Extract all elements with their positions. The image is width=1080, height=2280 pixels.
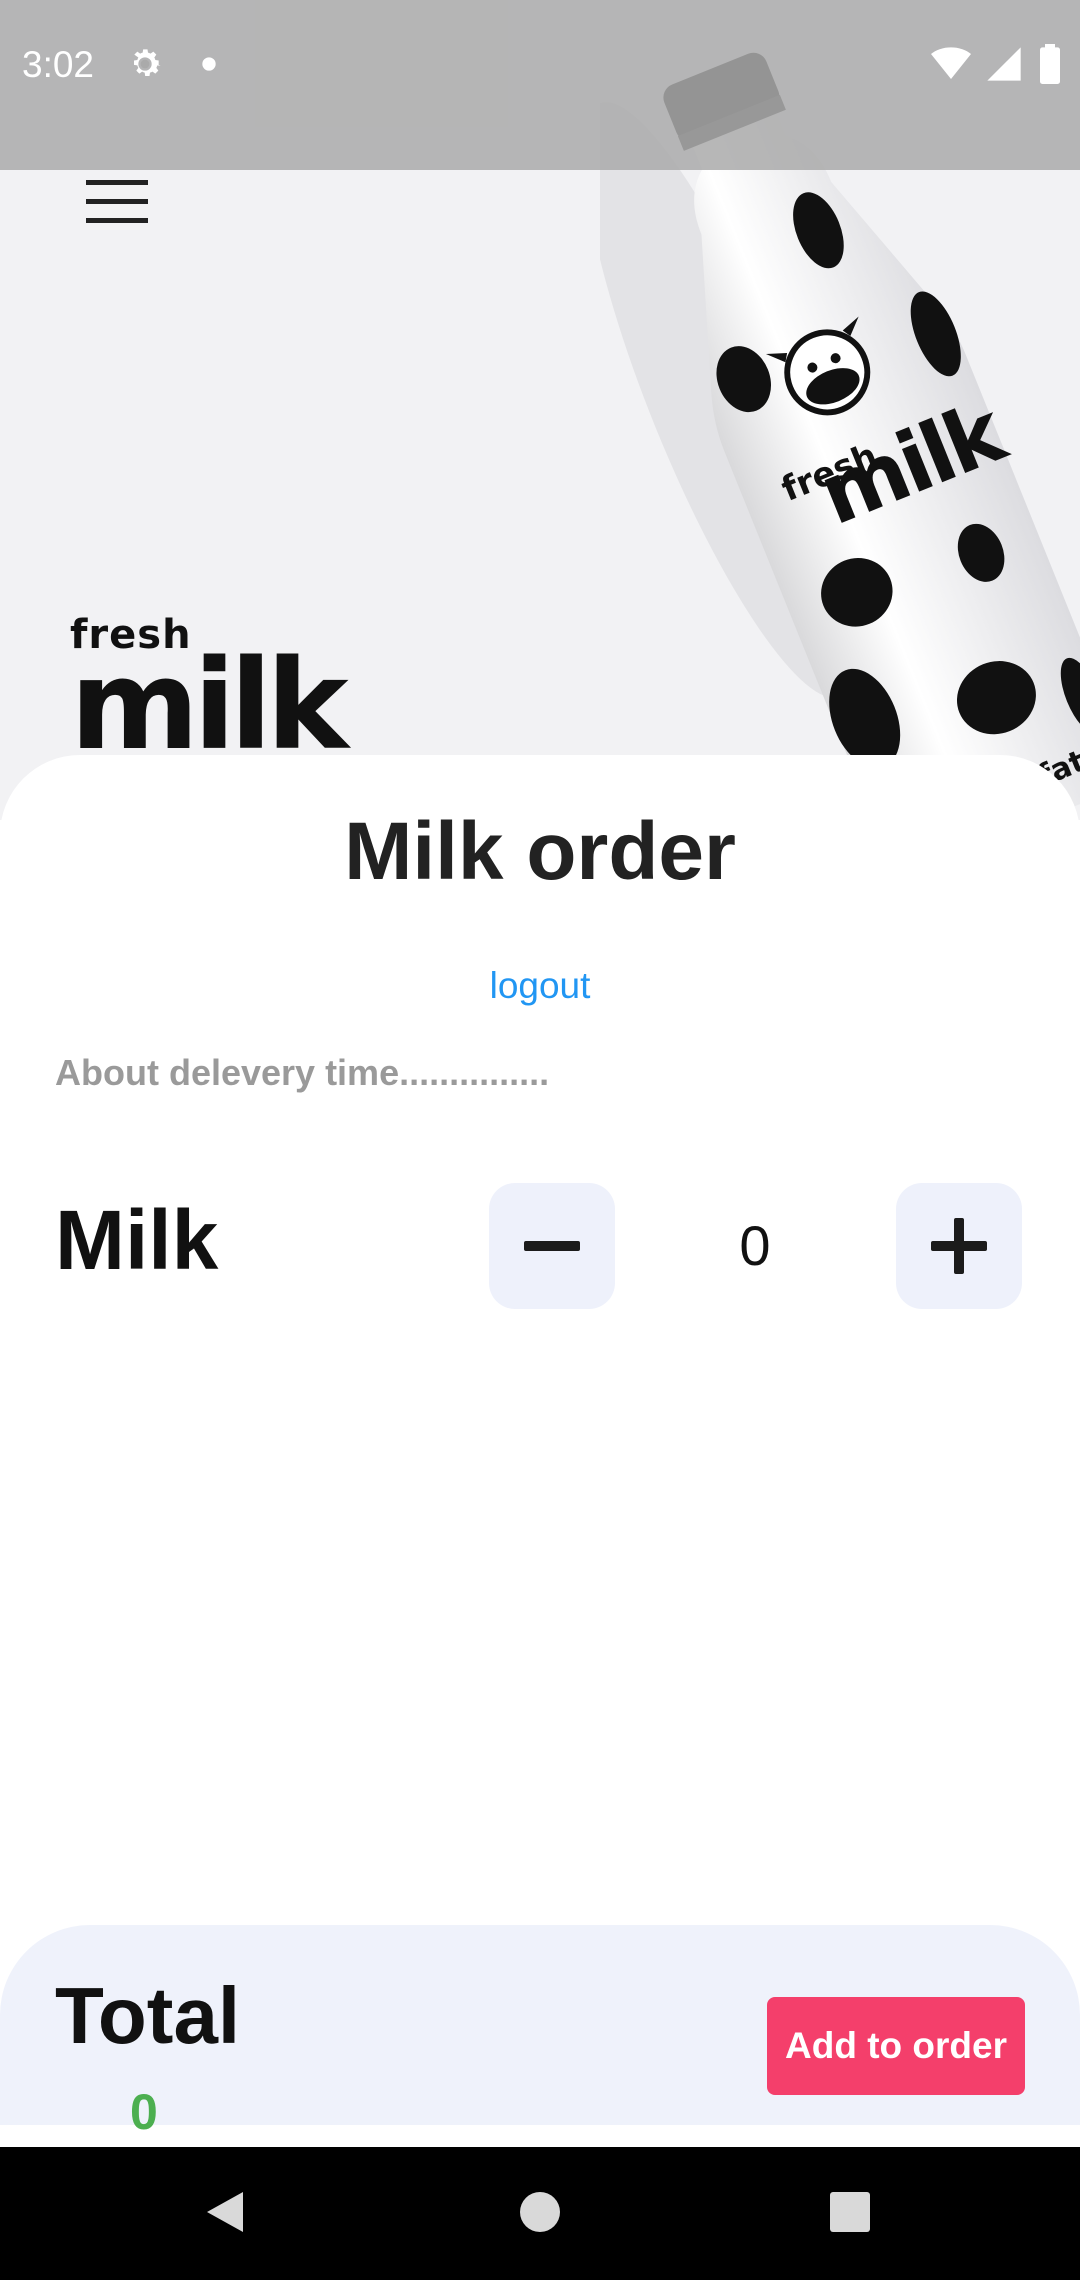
delivery-time-text: About delevery time............... [55, 1052, 550, 1093]
hero-banner: 3:02 fresh milk fat fresh milk [0, 0, 1080, 820]
order-card: Milk order logout About delevery time...… [0, 755, 1080, 2075]
minus-icon [524, 1241, 580, 1251]
status-bar: 3:02 [0, 0, 1080, 170]
navigation-bar [0, 2147, 1080, 2280]
back-icon [207, 2192, 243, 2232]
increase-quantity-button[interactable] [896, 1183, 1022, 1309]
recents-button[interactable] [820, 2182, 880, 2247]
fresh-milk-logo: fresh milk [70, 615, 349, 778]
plus-icon [931, 1218, 987, 1274]
menu-icon[interactable] [86, 180, 152, 226]
status-time: 3:02 [22, 44, 95, 85]
home-button[interactable] [510, 2182, 570, 2247]
recents-icon [830, 2192, 870, 2232]
total-bar: Total 0 Add to order [0, 1925, 1080, 2140]
wifi-icon [931, 47, 972, 79]
status-right-icons [929, 44, 1062, 84]
dot-icon [202, 57, 217, 71]
battery-icon [1040, 44, 1060, 84]
add-to-order-button[interactable]: Add to order [767, 1997, 1025, 2095]
signal-icon [986, 47, 1021, 81]
settings-icon [134, 49, 161, 76]
back-button[interactable] [195, 2182, 255, 2247]
page-title: Milk order [344, 806, 736, 897]
quantity-value: 0 [739, 1214, 771, 1277]
logo-large-text: milk [70, 634, 349, 778]
home-icon [520, 2192, 560, 2232]
product-name: Milk [55, 1193, 219, 1287]
status-left-icons [125, 44, 229, 84]
decrease-quantity-button[interactable] [489, 1183, 615, 1309]
total-label: Total [55, 1971, 241, 2060]
total-value: 0 [130, 2084, 158, 2140]
logout-link[interactable]: logout [0, 965, 1080, 1007]
